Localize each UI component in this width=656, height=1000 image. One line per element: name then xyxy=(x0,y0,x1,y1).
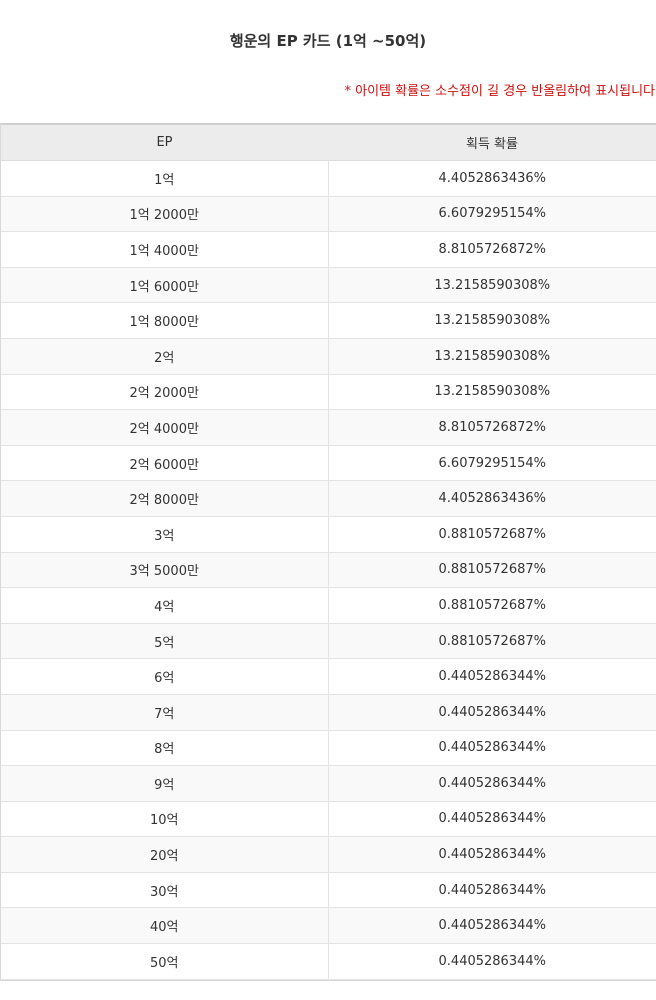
table-row: 1억 4.4052863436% xyxy=(1,160,656,197)
probability-cell: 13.2158590308% xyxy=(328,374,656,411)
ep-amount-cell: 1억 4000만 xyxy=(1,231,329,268)
probability-cell: 0.4405286344% xyxy=(328,694,656,731)
ep-amount-cell: 1억 6000만 xyxy=(1,267,329,304)
probability-table: EP 획득 확률 1억 4.4052863436% 1억 2000만 6.607929… xyxy=(1,125,656,980)
table-row: 3억 5000만 0.8810572687% xyxy=(1,552,656,589)
ep-amount-cell: 8억 xyxy=(1,730,329,767)
probability-cell: 0.4405286344% xyxy=(328,765,656,802)
probability-cell: 0.8810572687% xyxy=(328,623,656,660)
table-row: 50억 0.4405286344% xyxy=(1,943,656,980)
ep-amount-cell: 5억 xyxy=(1,623,329,660)
table-row: 2억 4000만 8.8105726872% xyxy=(1,409,656,446)
probability-cell: 0.4405286344% xyxy=(328,836,656,873)
probability-cell: 0.4405286344% xyxy=(328,907,656,945)
ep-amount-cell: 2억 xyxy=(1,338,329,375)
ep-amount-cell: 2억 4000만 xyxy=(1,409,329,446)
table-row: 40억 0.4405286344% xyxy=(1,907,656,945)
probability-cell: 0.4405286344% xyxy=(328,943,656,980)
ep-amount-cell: 1억 2000만 xyxy=(1,196,329,233)
table-row: 4억 0.8810572687% xyxy=(1,587,656,624)
ep-amount-cell: 1억 xyxy=(1,160,329,197)
ep-amount-cell: 30억 xyxy=(1,872,329,909)
ep-amount-cell: 40억 xyxy=(1,907,329,945)
probability-cell: 13.2158590308% xyxy=(328,338,656,375)
probability-cell: 6.6079295154% xyxy=(328,196,656,233)
rounding-notice: * 아이템 확률은 소수점이 길 경우 반올림하여 표시됩니다 xyxy=(344,84,655,99)
ep-amount-cell: 10억 xyxy=(1,801,329,838)
ep-amount-cell: 2억 6000만 xyxy=(1,445,329,482)
probability-cell: 0.4405286344% xyxy=(328,872,656,909)
table-row: 20억 0.4405286344% xyxy=(1,836,656,873)
probability-table-container: EP 획득 확률 1억 4.4052863436% 1억 2000만 6.607929… xyxy=(0,123,656,981)
table-header: EP 획득 확률 xyxy=(1,125,656,161)
probability-cell: 13.2158590308% xyxy=(328,267,656,304)
probability-cell: 6.6079295154% xyxy=(328,445,656,482)
probability-cell: 0.4405286344% xyxy=(328,730,656,767)
table-row: 2억 2000만 13.2158590308% xyxy=(1,374,656,411)
table-row: 1억 2000만 6.6079295154% xyxy=(1,196,656,233)
ep-amount-cell: 50억 xyxy=(1,943,329,980)
table-row: 2억 8000만 4.4052863436% xyxy=(1,480,656,517)
ep-amount-cell: 3억 5000만 xyxy=(1,552,329,589)
probability-cell: 4.4052863436% xyxy=(328,480,656,517)
table-row: 1억 6000만 13.2158590308% xyxy=(1,267,656,304)
table-row: 7억 0.4405286344% xyxy=(1,694,656,731)
table-row: 2억 13.2158590308% xyxy=(1,338,656,375)
table-row: 9억 0.4405286344% xyxy=(1,765,656,802)
ep-amount-cell: 20억 xyxy=(1,836,329,873)
table-body: 1억 4.4052863436% 1억 2000만 6.6079295154% 1억 4… xyxy=(1,160,656,980)
table-row: 5억 0.8810572687% xyxy=(1,623,656,660)
ep-amount-cell: 2억 8000만 xyxy=(1,480,329,517)
probability-cell: 8.8105726872% xyxy=(328,409,656,446)
table-row: 10억 0.4405286344% xyxy=(1,801,656,838)
probability-cell: 0.8810572687% xyxy=(328,552,656,589)
probability-cell: 4.4052863436% xyxy=(328,160,656,197)
table-row: 1억 8000만 13.2158590308% xyxy=(1,302,656,339)
probability-cell: 0.8810572687% xyxy=(328,516,656,553)
table-row: 1억 4000만 8.8105726872% xyxy=(1,231,656,268)
probability-cell: 0.8810572687% xyxy=(328,587,656,624)
page-title: 행운의 EP 카드 (1억 ~50억) xyxy=(229,32,427,50)
ep-amount-cell: 4억 xyxy=(1,587,329,624)
probability-cell: 13.2158590308% xyxy=(328,302,656,339)
header-row: EP 획득 확률 xyxy=(1,125,656,161)
probability-cell: 0.4405286344% xyxy=(328,658,656,695)
table-row: 8억 0.4405286344% xyxy=(1,730,656,767)
probability-cell: 0.4405286344% xyxy=(328,801,656,838)
probability-cell: 8.8105726872% xyxy=(328,231,656,268)
ep-amount-cell: 2억 2000만 xyxy=(1,374,329,411)
table-row: 2억 6000만 6.6079295154% xyxy=(1,445,656,482)
table-row: 30억 0.4405286344% xyxy=(1,872,656,909)
header-ep: EP xyxy=(1,125,328,161)
ep-amount-cell: 9억 xyxy=(1,765,329,802)
ep-amount-cell: 3억 xyxy=(1,516,329,553)
ep-amount-cell: 7억 xyxy=(1,694,329,731)
table-row: 3억 0.8810572687% xyxy=(1,516,656,553)
ep-amount-cell: 1억 8000만 xyxy=(1,302,329,339)
table-row: 6억 0.4405286344% xyxy=(1,658,656,695)
ep-amount-cell: 6억 xyxy=(1,658,329,695)
header-probability: 획득 확률 xyxy=(328,125,656,161)
